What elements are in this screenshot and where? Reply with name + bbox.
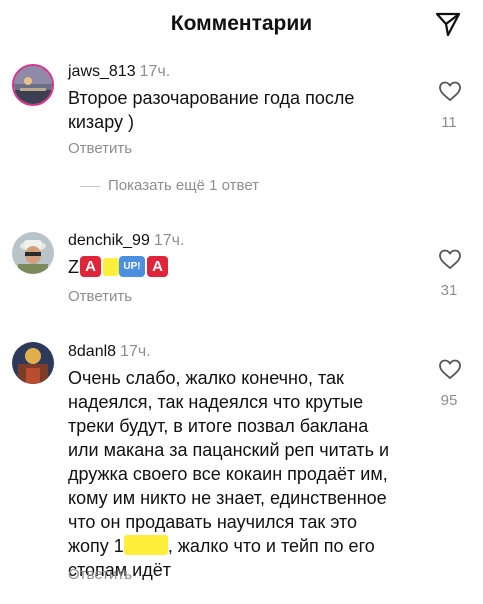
send-icon[interactable]: [434, 10, 462, 38]
text-line: дружка своего все кокаин продаёт им,: [68, 464, 388, 484]
heart-icon[interactable]: [438, 80, 462, 102]
heart-icon[interactable]: [438, 248, 462, 270]
text-fragment: , жалко что и тейп по его: [167, 536, 375, 556]
heart-icon[interactable]: [438, 358, 462, 380]
reply-button[interactable]: Ответить: [68, 140, 132, 157]
highlight-marker: [123, 535, 168, 555]
text-line: жопу 1 , жалко что и тейп по его: [68, 534, 418, 558]
reply-button[interactable]: Ответить: [68, 288, 132, 305]
text-fragment: жопу 1: [68, 536, 124, 556]
comment-text: Очень слабо, жалко конечно, так надеялся…: [68, 366, 418, 582]
emoji-z: Z: [68, 257, 79, 277]
timestamp: 17ч.: [153, 232, 185, 249]
show-more-label[interactable]: Показать ещё 1 ответ: [108, 177, 259, 194]
divider-line: [80, 186, 100, 187]
text-line: или макана за пацанский реп читать и: [68, 440, 390, 460]
avatar[interactable]: [12, 342, 54, 384]
comment-header: jaws_813 17ч.: [68, 63, 170, 81]
like-count: 11: [441, 114, 457, 131]
username[interactable]: jaws_813: [68, 63, 136, 80]
emoji-a-button: A: [147, 256, 168, 277]
page-title: Комментарии: [170, 12, 313, 35]
timestamp: 17ч.: [120, 343, 151, 360]
text-line: треки будут, в итоге позвал баклана: [68, 416, 369, 436]
comment-text: Второе разочарование года после кизару ): [68, 88, 355, 132]
header: Комментарии: [0, 0, 483, 50]
like-count: 95: [440, 392, 458, 409]
highlight-marker: [103, 258, 119, 276]
emoji-a-button: A: [80, 256, 101, 277]
reply-button[interactable]: Ответить: [68, 566, 132, 583]
like-count: 31: [440, 282, 458, 299]
emoji-up-button: UP!: [119, 256, 145, 277]
text-line: Очень слабо, жалко конечно, так: [68, 368, 344, 388]
comment-header: denchik_99 17ч.: [68, 232, 184, 250]
avatar[interactable]: [12, 64, 54, 106]
username[interactable]: denchik_99: [68, 232, 150, 249]
avatar[interactable]: [12, 232, 54, 274]
username[interactable]: 8danl8: [68, 343, 116, 360]
comment-header: 8danl8 17ч.: [68, 343, 151, 361]
text-line: надеялся, так надеялся что крутые: [68, 392, 364, 412]
timestamp: 17ч.: [139, 63, 171, 80]
text-line: что он продавать научился так это: [68, 512, 358, 532]
text-line: кому им никто не знает, единственное: [68, 488, 387, 508]
